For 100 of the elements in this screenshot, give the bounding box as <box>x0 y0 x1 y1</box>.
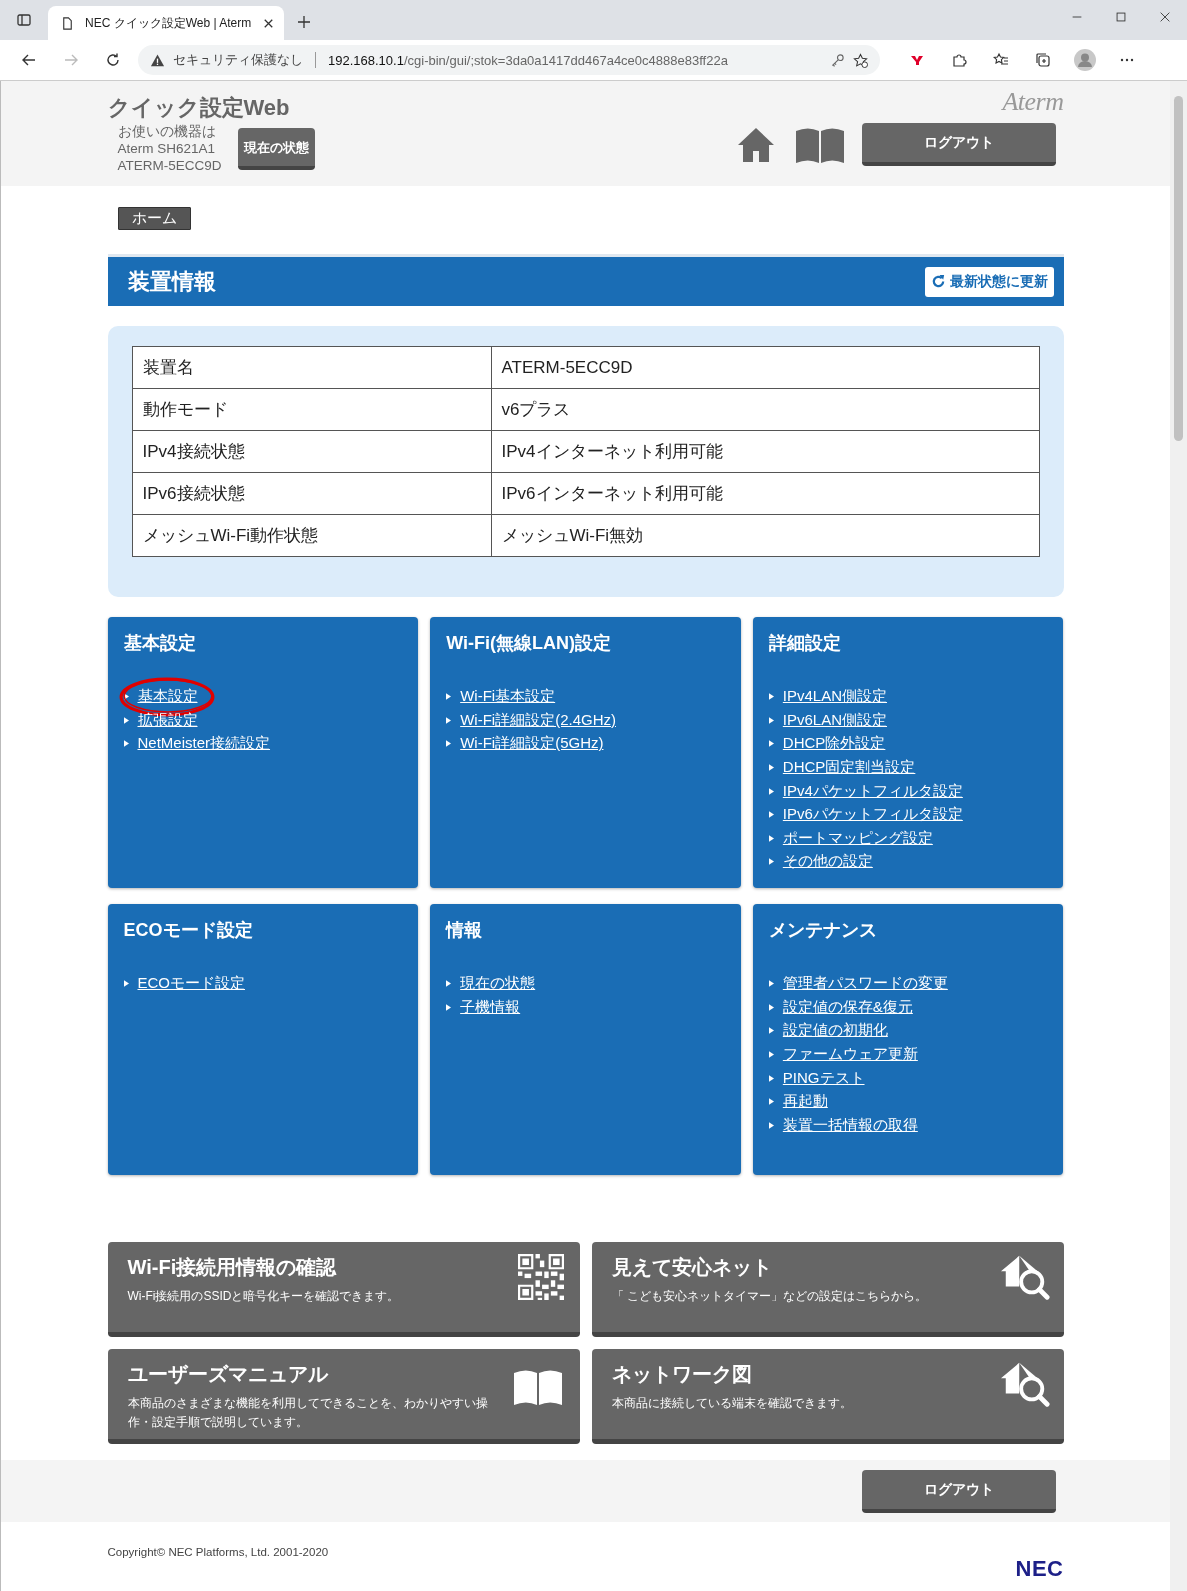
menu-link[interactable]: NetMeister接続設定 <box>137 734 271 754</box>
security-label: セキュリティ保護なし <box>173 51 303 69</box>
tile-title: ECOモード設定 <box>123 919 254 942</box>
favorites-icon[interactable] <box>993 52 1009 68</box>
logout-button[interactable]: ログアウト <box>861 123 1056 166</box>
triangle-icon <box>768 1074 774 1082</box>
collections-icon[interactable] <box>1035 52 1051 68</box>
table-cell: IPv4インターネット利用可能 <box>491 430 1039 473</box>
tile-title: 情報 <box>446 919 484 942</box>
key-icon[interactable] <box>830 52 845 68</box>
menu-link[interactable]: Wi-Fi詳細設定(5GHz) <box>460 734 604 754</box>
menu-link[interactable]: IPv6LAN側設定 <box>782 710 888 730</box>
maximize-icon[interactable] <box>1114 10 1128 24</box>
menu-link[interactable]: IPv4LAN側設定 <box>782 687 888 707</box>
triangle-icon <box>768 834 774 842</box>
menu-link[interactable]: IPv4パケットフィルタ設定 <box>782 781 963 801</box>
table-cell: ATERM-5ECC9D <box>491 346 1039 389</box>
house-search-icon <box>999 1361 1050 1407</box>
star-add-icon[interactable] <box>853 52 868 68</box>
card-description: 「 こども安心ネットタイマー」などの設定はこちらから。 <box>611 1288 927 1305</box>
section-title: 装置情報 <box>127 267 216 296</box>
device-info-line: お使いの機器は <box>117 123 217 140</box>
triangle-icon <box>768 858 774 866</box>
table-cell: IPv6インターネット利用可能 <box>491 472 1039 515</box>
logout-button[interactable]: ログアウト <box>861 1470 1056 1513</box>
shortcut-card[interactable]: Wi-Fi接続用情報の確認 Wi-Fi接続用のSSIDと暗号化キーを確認できます。 <box>107 1242 580 1337</box>
home-breadcrumb[interactable]: ホーム <box>117 207 191 230</box>
brand-logo: Aterm <box>1002 87 1064 117</box>
menu-link[interactable]: 拡張設定 <box>137 710 198 730</box>
puzzle-icon[interactable] <box>951 52 967 68</box>
menu-link[interactable]: PINGテスト <box>782 1068 865 1088</box>
table-cell: 装置名 <box>132 346 491 389</box>
triangle-icon <box>123 980 129 988</box>
house-search-icon <box>999 1254 1050 1300</box>
triangle-icon <box>768 1027 774 1035</box>
copyright-text: Copyright© NEC Platforms, Ltd. 2001-2020 <box>107 1546 329 1558</box>
sidebar-icon[interactable] <box>16 12 32 28</box>
browser-tab[interactable]: NEC クイック設定Web | Aterm <box>48 6 284 40</box>
scrollbar[interactable] <box>1170 81 1187 1591</box>
triangle-icon <box>768 740 774 748</box>
close-icon[interactable] <box>1158 10 1172 24</box>
menu-link[interactable]: ECOモード設定 <box>137 974 245 994</box>
triangle-icon <box>446 1003 452 1011</box>
refresh-button[interactable]: 最新状態に更新 <box>924 266 1054 297</box>
tile-title: Wi-Fi(無線LAN)設定 <box>446 632 612 655</box>
menu-link[interactable]: ポートマッピング設定 <box>782 828 933 848</box>
triangle-icon <box>446 980 452 988</box>
menu-link[interactable]: IPv6パケットフィルタ設定 <box>782 805 963 825</box>
triangle-icon <box>123 740 129 748</box>
triangle-icon <box>768 811 774 819</box>
triangle-icon <box>768 980 774 988</box>
card-description: 本商品のさまざまな機能を利用してできることを、わかりやすい操作・設定手順で説明しています。 <box>127 1395 489 1431</box>
reload-icon[interactable] <box>105 52 121 68</box>
shortcut-card[interactable]: ネットワーク図 本商品に接続している端末を確認できます。 <box>591 1349 1064 1444</box>
menu-link[interactable]: DHCP固定割当設定 <box>782 758 916 778</box>
card-title: ネットワーク図 <box>611 1362 753 1387</box>
menu-link[interactable]: 装置一括情報の取得 <box>782 1115 918 1135</box>
warning-icon <box>150 52 165 68</box>
menu-link[interactable]: 管理者パスワードの変更 <box>782 974 948 994</box>
device-info-line: ATERM-5ECC9D <box>117 157 222 174</box>
menu-link[interactable]: その他の設定 <box>782 852 873 872</box>
menu-link[interactable]: 設定値の保存&復元 <box>782 997 913 1017</box>
triangle-icon <box>768 1121 774 1129</box>
triangle-icon <box>446 740 452 748</box>
card-title: Wi-Fi接続用情報の確認 <box>127 1255 338 1280</box>
triangle-icon <box>123 693 129 701</box>
device-info-line: Aterm SH621A1 <box>117 140 217 157</box>
menu-link[interactable]: 子機情報 <box>460 997 521 1017</box>
table-cell: メッシュWi-Fi無効 <box>491 514 1039 557</box>
triangle-icon <box>768 1051 774 1059</box>
triangle-icon <box>768 764 774 772</box>
menu-link[interactable]: ファームウェア更新 <box>782 1045 918 1065</box>
menu-link[interactable]: 現在の状態 <box>460 974 536 994</box>
card-description: Wi-Fi接続用のSSIDと暗号化キーを確認できます。 <box>127 1288 400 1305</box>
new-tab-icon[interactable] <box>296 14 312 30</box>
menu-link[interactable]: DHCP除外設定 <box>782 734 886 754</box>
status-button[interactable]: 現在の状態 <box>237 127 315 170</box>
qr-code-icon <box>515 1254 566 1300</box>
menu-link[interactable]: Wi-Fi詳細設定(2.4GHz) <box>460 710 616 730</box>
card-description: 本商品に接続している端末を確認できます。 <box>611 1395 852 1412</box>
triangle-icon <box>768 693 774 701</box>
card-title: ユーザーズマニュアル <box>127 1362 329 1387</box>
address-bar[interactable]: セキュリティ保護なし 192.168.10.1/cgi-bin/gui/;stok=3da0a1417dd467a4ce0c4888e83ff22a <box>138 45 880 75</box>
shortcut-card[interactable]: ユーザーズマニュアル 本商品のさまざまな機能を利用してできることを、わかりやすい操作・設定手順で説明しています。 <box>107 1349 580 1444</box>
back-icon[interactable] <box>21 52 37 68</box>
tile-title: 詳細設定 <box>768 632 842 655</box>
profile-avatar[interactable] <box>1074 49 1096 71</box>
shortcut-card[interactable]: 見えて安心ネット 「 こども安心ネットタイマー」などの設定はこちらから。 <box>591 1242 1064 1337</box>
triangle-icon <box>123 716 129 724</box>
triangle-icon <box>446 716 452 724</box>
tile-title: 基本設定 <box>123 632 197 655</box>
menu-link[interactable]: 再起動 <box>782 1092 828 1112</box>
menu-link[interactable]: Wi-Fi基本設定 <box>460 687 556 707</box>
table-cell: IPv6接続状態 <box>132 472 491 515</box>
tile-title: メンテナンス <box>768 919 878 942</box>
triangle-icon <box>446 693 452 701</box>
card-title: 見えて安心ネット <box>611 1255 773 1280</box>
table-cell: メッシュWi-Fi動作状態 <box>132 514 491 557</box>
triangle-icon <box>768 1098 774 1106</box>
menu-link[interactable]: 設定値の初期化 <box>782 1021 888 1041</box>
